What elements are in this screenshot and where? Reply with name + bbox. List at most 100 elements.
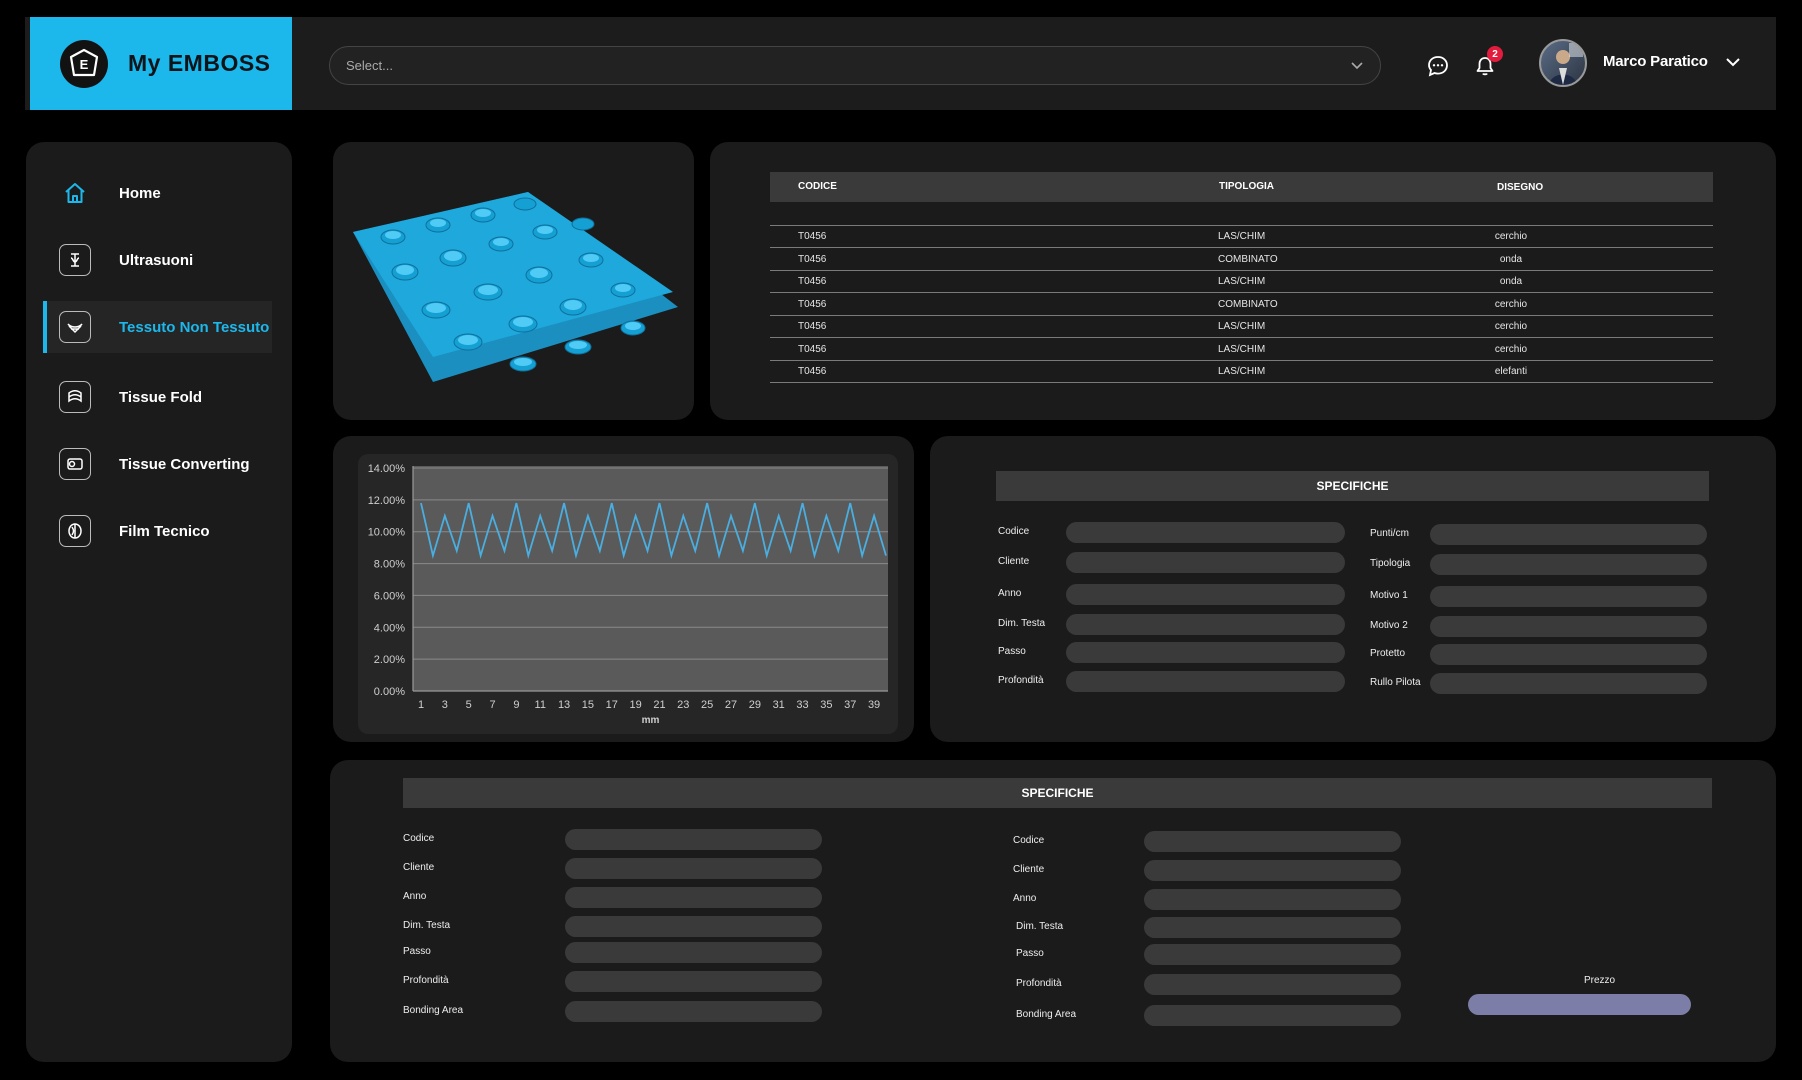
sidebar-item-label: Ultrasuoni	[119, 251, 194, 269]
table-cell: LAS/CHIM	[1218, 343, 1266, 355]
chat-icon[interactable]	[1425, 53, 1451, 79]
price-label: Prezzo	[1584, 975, 1616, 986]
field-input[interactable]	[1066, 671, 1345, 692]
field-input[interactable]	[1144, 889, 1401, 910]
tissue-fold-icon	[59, 381, 91, 413]
field-input[interactable]	[1430, 554, 1707, 575]
y-tick-label: 8.00%	[374, 559, 405, 571]
field-label: Dim. Testa	[1016, 921, 1064, 932]
table-header: CODICE TIPOLOGIA DISEGNO	[770, 172, 1713, 202]
x-tick-label: 33	[796, 699, 808, 711]
field-label: Punti/cm	[1370, 528, 1409, 539]
x-tick-label: 9	[513, 699, 519, 711]
brand-name: My EMBOSS	[128, 50, 271, 76]
sidebar-item-home[interactable]: Home	[43, 167, 272, 219]
field-label: Anno	[403, 891, 427, 902]
field-input[interactable]	[1066, 584, 1345, 605]
field-input[interactable]	[1144, 917, 1401, 938]
field-input[interactable]	[565, 858, 822, 879]
field-label: Passo	[998, 646, 1026, 657]
sidebar-item-label: Home	[119, 184, 161, 202]
x-tick-label: 7	[489, 699, 495, 711]
sidebar-item-film-tecnico[interactable]: Film Tecnico	[43, 505, 272, 557]
table-cell: LAS/CHIM	[1218, 366, 1266, 377]
table-row[interactable]: T0456 LAS/CHIM cerchio	[770, 339, 1713, 361]
y-tick-label: 10.00%	[368, 527, 406, 539]
y-tick-label: 12.00%	[368, 495, 406, 507]
field-label: Anno	[1013, 893, 1037, 904]
field-label: Cliente	[403, 862, 435, 873]
field-label: Motivo 2	[1370, 620, 1408, 631]
table-row[interactable]: T0456 LAS/CHIM onda	[770, 271, 1713, 293]
column-header[interactable]: TIPOLOGIA	[1219, 181, 1274, 192]
field-input[interactable]	[1066, 552, 1345, 573]
price-field[interactable]	[1468, 994, 1691, 1015]
field-input[interactable]	[1066, 642, 1345, 663]
field-input[interactable]	[565, 829, 822, 850]
x-tick-label: 31	[773, 699, 785, 711]
sidebar: Home Ultrasuoni Tessuto Non Tessuto Tiss…	[26, 142, 292, 1062]
sidebar-item-tissue-converting[interactable]: Tissue Converting	[43, 438, 272, 490]
chevron-down-icon[interactable]	[1725, 54, 1741, 70]
emboss-3d-image	[353, 192, 678, 382]
field-input[interactable]	[565, 942, 822, 963]
avatar[interactable]	[1539, 39, 1587, 87]
sidebar-item-ultrasuoni[interactable]: Ultrasuoni	[43, 234, 272, 286]
bell-icon[interactable]: 2	[1472, 46, 1503, 79]
column-header[interactable]: CODICE	[798, 181, 837, 192]
table-row[interactable]: T0456 LAS/CHIM elefanti	[770, 361, 1713, 383]
sidebar-item-tissue-fold[interactable]: Tissue Fold	[43, 371, 272, 423]
x-tick-label: 5	[466, 699, 472, 711]
y-tick-label: 0.00%	[374, 686, 405, 698]
field-input[interactable]	[1144, 1005, 1401, 1026]
chevron-down-icon	[1351, 62, 1363, 70]
sidebar-item-tessuto-non-tessuto[interactable]: Tessuto Non Tessuto	[43, 301, 272, 353]
brand[interactable]: E My EMBOSS	[30, 17, 292, 110]
field-label: Dim. Testa	[403, 920, 451, 931]
field-input[interactable]	[1144, 974, 1401, 995]
column-header[interactable]: DISEGNO	[1497, 182, 1543, 193]
field-label: Codice	[403, 833, 435, 844]
table-cell: T0456	[798, 366, 827, 377]
field-input[interactable]	[1430, 586, 1707, 607]
field-input[interactable]	[1430, 616, 1707, 637]
table-cell: cerchio	[1494, 231, 1528, 242]
field-input[interactable]	[1430, 644, 1707, 665]
user-name[interactable]: Marco Paratico	[1603, 53, 1708, 70]
x-tick-label: 1	[418, 699, 424, 711]
field-label: Codice	[998, 526, 1030, 537]
x-tick-label: 17	[606, 699, 618, 711]
x-tick-label: 29	[749, 699, 761, 711]
table-cell: T0456	[798, 276, 827, 287]
field-input[interactable]	[1144, 944, 1401, 965]
field-input[interactable]	[1144, 860, 1401, 881]
search-select[interactable]: Select...	[329, 46, 1381, 85]
field-input[interactable]	[1430, 524, 1707, 545]
field-input[interactable]	[565, 887, 822, 908]
table-cell: T0456	[798, 253, 827, 265]
table-row[interactable]: T0456 COMBINATO onda	[770, 249, 1713, 271]
table-cell: T0456	[798, 231, 827, 242]
x-tick-label: 19	[629, 699, 641, 711]
field-input[interactable]	[1430, 673, 1707, 694]
table-row[interactable]: T0456 LAS/CHIM cerchio	[770, 226, 1713, 248]
field-input[interactable]	[565, 916, 822, 937]
x-tick-label: 35	[820, 699, 832, 711]
specs-bottom-card: SPECIFICHE Codice Cliente Anno Dim. Testa Pa…	[330, 760, 1776, 1062]
table-row[interactable]: T0456 COMBINATO cerchio	[770, 294, 1713, 316]
field-input[interactable]	[1144, 831, 1401, 852]
field-label: Profondità	[1016, 978, 1062, 989]
ultrasound-icon	[59, 244, 91, 276]
field-input[interactable]	[565, 1001, 822, 1022]
field-label: Protetto	[1370, 648, 1406, 659]
field-input[interactable]	[1066, 614, 1345, 635]
table-cell: T0456	[798, 321, 827, 332]
field-input[interactable]	[1066, 522, 1345, 543]
field-label: Bonding Area	[403, 1005, 464, 1016]
field-input[interactable]	[565, 971, 822, 992]
specs-title: SPECIFICHE	[996, 471, 1709, 501]
table-row[interactable]: T0456 LAS/CHIM cerchio	[770, 316, 1713, 338]
table-cell: COMBINATO	[1218, 253, 1278, 265]
x-tick-label: 11	[535, 699, 546, 711]
x-tick-label: 23	[677, 699, 689, 711]
